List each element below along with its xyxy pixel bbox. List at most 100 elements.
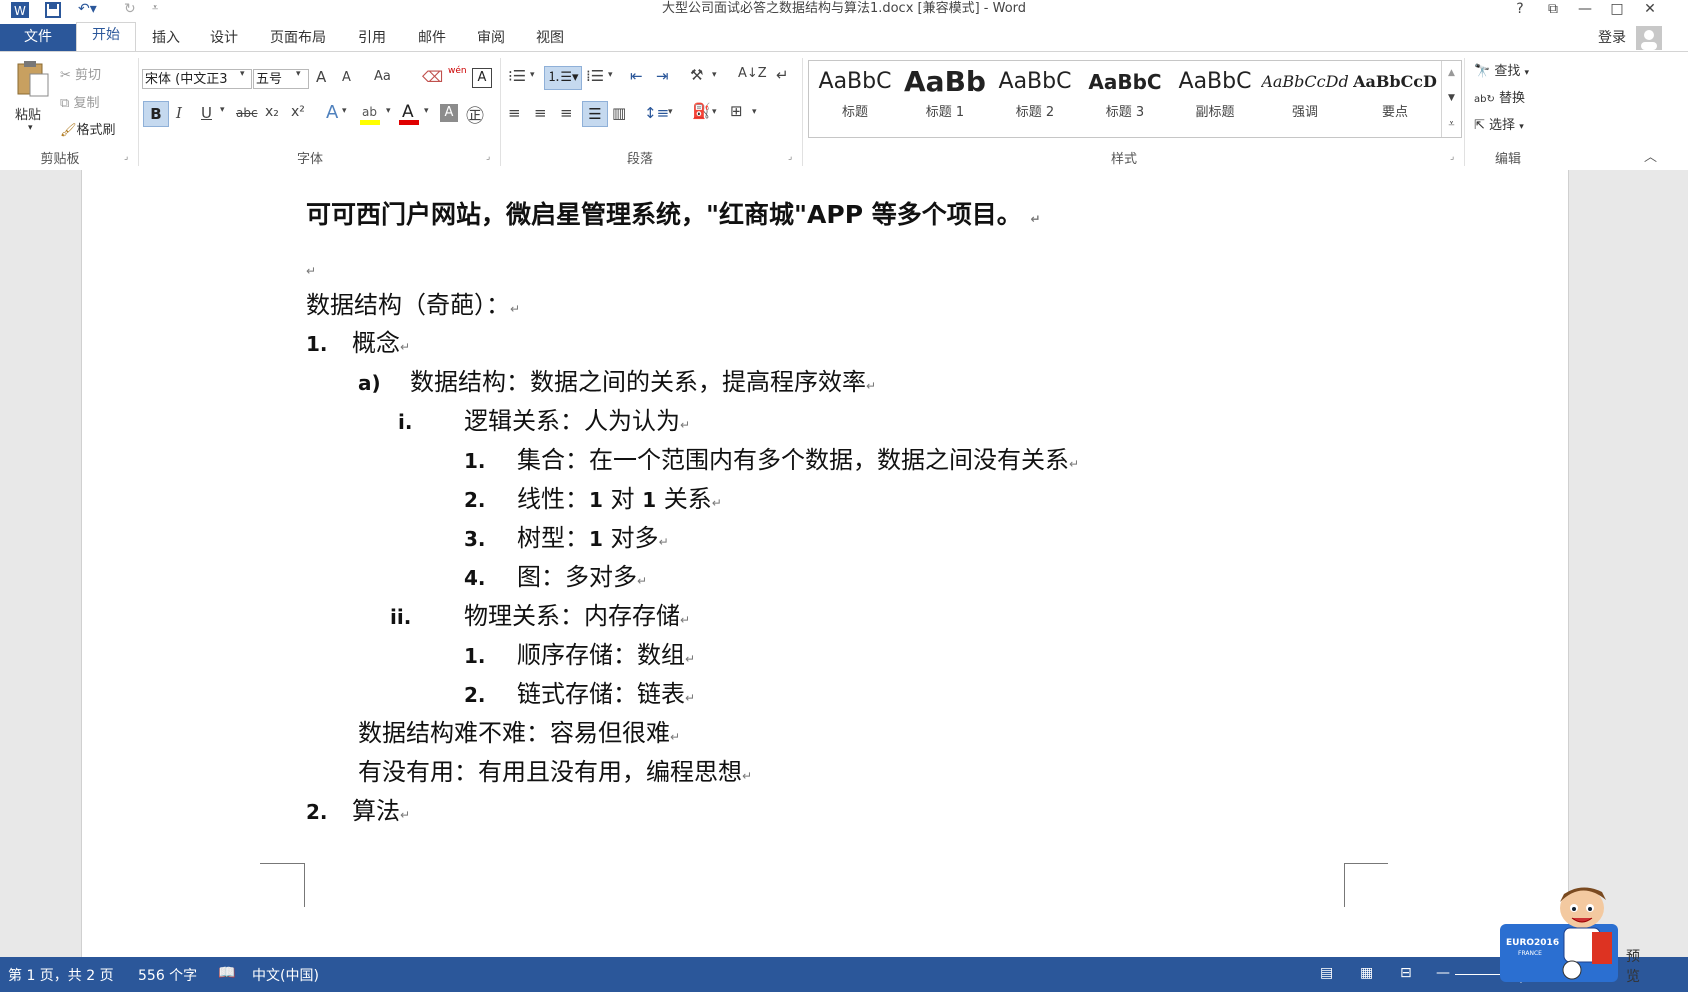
zoom-out-icon[interactable]: —: [1436, 965, 1450, 981]
styles-scroll-down-icon[interactable]: ▼: [1442, 86, 1461, 111]
customize-quick-access-icon[interactable]: ⩡: [152, 1, 158, 19]
word-count[interactable]: 556 个字: [138, 965, 197, 985]
tab-insert[interactable]: 插入: [145, 26, 187, 51]
proofing-icon[interactable]: 📖: [218, 965, 235, 981]
styles-more-icon[interactable]: ⩡: [1442, 111, 1461, 136]
decrease-indent-icon[interactable]: ⇤: [630, 67, 643, 85]
underline-dropdown-icon[interactable]: ▾: [220, 105, 225, 115]
bullets-dropdown-icon[interactable]: ▾: [530, 70, 535, 80]
bullets-icon[interactable]: ⁝☰: [508, 67, 526, 85]
undo-icon[interactable]: ↶▾: [78, 1, 97, 19]
font-size-dropdown-icon[interactable]: ▾: [296, 69, 301, 79]
tab-references[interactable]: 引用: [350, 26, 394, 51]
document-page[interactable]: 可可西门户网站，微启星管理系统，"红商城"APP 等多个项目。 ↵ ↵ 数据结构…: [81, 170, 1569, 957]
character-border-button[interactable]: A: [472, 68, 492, 88]
style-emphasis[interactable]: AaBbCcDd 强调: [1261, 63, 1349, 133]
underline-button[interactable]: U: [201, 104, 212, 122]
cut-button[interactable]: ✂ 剪切: [60, 64, 101, 83]
borders-dropdown-icon[interactable]: ▾: [752, 107, 757, 117]
enclose-characters-icon[interactable]: ㊣: [466, 102, 484, 128]
phonetic-guide-button[interactable]: wén: [448, 66, 467, 76]
text-effects-icon[interactable]: A: [326, 102, 338, 123]
font-dialog-launcher-icon[interactable]: ⌟: [486, 152, 490, 162]
find-button[interactable]: 🔭 查找 ▾: [1474, 60, 1529, 79]
text-effects-dropdown-icon[interactable]: ▾: [342, 106, 347, 116]
style-heading-1[interactable]: AaBb 标题 1: [901, 63, 989, 133]
borders-icon[interactable]: ⊞: [730, 102, 743, 120]
style-title[interactable]: AaBbC 标题: [811, 63, 899, 133]
minimize-button[interactable]: —: [1570, 0, 1600, 20]
tab-design[interactable]: 设计: [203, 26, 245, 51]
paste-dropdown-icon[interactable]: ▾: [28, 123, 33, 133]
grow-font-icon[interactable]: A: [316, 68, 326, 86]
ribbon-display-options-button[interactable]: ⧉: [1538, 0, 1568, 20]
highlight-dropdown-icon[interactable]: ▾: [386, 106, 391, 116]
italic-button[interactable]: I: [176, 104, 182, 122]
strikethrough-button[interactable]: abc: [236, 106, 258, 120]
maximize-button[interactable]: □: [1602, 0, 1632, 20]
tab-review[interactable]: 审阅: [469, 26, 513, 51]
line-spacing-dropdown-icon[interactable]: ▾: [668, 107, 673, 117]
subscript-button[interactable]: x₂: [265, 104, 279, 120]
line-spacing-icon[interactable]: ↕≡: [644, 104, 669, 122]
euro2016-mascot-widget[interactable]: EURO2016 FRANCE 预览: [1500, 882, 1640, 985]
word-app-icon[interactable]: W: [10, 1, 30, 19]
increase-indent-icon[interactable]: ⇥: [656, 67, 669, 85]
style-heading-3[interactable]: AaBbC 标题 3: [1081, 63, 1169, 133]
bold-button[interactable]: B: [143, 101, 169, 127]
style-subtitle[interactable]: AaBbC 副标题: [1171, 63, 1259, 133]
align-center-icon[interactable]: ≡: [534, 104, 547, 122]
select-button[interactable]: ⇱ 选择 ▾: [1474, 114, 1524, 133]
redo-icon[interactable]: ↻: [124, 1, 136, 19]
web-layout-icon[interactable]: ⊟: [1400, 965, 1412, 981]
tab-view[interactable]: 视图: [528, 26, 572, 51]
character-shading-icon[interactable]: A: [440, 104, 458, 122]
align-right-icon[interactable]: ≡: [560, 104, 573, 122]
paragraph-dialog-launcher-icon[interactable]: ⌟: [788, 152, 792, 162]
chinese-layout-icon[interactable]: ⚒: [690, 66, 703, 84]
sort-icon[interactable]: A↓Z: [738, 66, 767, 81]
save-icon[interactable]: [44, 1, 62, 19]
format-painter-button[interactable]: 🖌格式刷: [60, 119, 116, 138]
clear-formatting-icon[interactable]: ⌫: [422, 68, 443, 86]
tab-home[interactable]: 开始: [76, 22, 136, 51]
shrink-font-icon[interactable]: A: [342, 70, 351, 85]
replace-button[interactable]: ab↻ 替换: [1474, 87, 1525, 106]
copy-button[interactable]: ⧉ 复制: [60, 92, 99, 111]
close-button[interactable]: ✕: [1635, 0, 1665, 20]
change-case-button[interactable]: Aa: [374, 69, 391, 84]
font-name-dropdown-icon[interactable]: ▾: [240, 69, 245, 79]
tab-file[interactable]: 文件: [0, 24, 76, 51]
style-heading-2[interactable]: AaBbC 标题 2: [991, 63, 1079, 133]
font-color-dropdown-icon[interactable]: ▾: [424, 106, 429, 116]
paste-button[interactable]: 粘贴: [15, 104, 41, 123]
user-avatar-icon[interactable]: [1636, 26, 1662, 50]
show-marks-icon[interactable]: ↵: [776, 66, 789, 84]
page-count[interactable]: 第 1 页，共 2 页: [8, 965, 114, 985]
style-strong[interactable]: AaBbCcD 要点: [1351, 63, 1439, 133]
shading-dropdown-icon[interactable]: ▾: [712, 107, 717, 117]
multilevel-list-icon[interactable]: ⁞☰: [586, 67, 604, 85]
print-layout-icon[interactable]: ▦: [1360, 965, 1373, 981]
collapse-ribbon-icon[interactable]: ︿: [1644, 146, 1657, 165]
align-left-icon[interactable]: ≡: [508, 104, 521, 122]
numbering-button[interactable]: ⒈☰▾: [544, 66, 582, 90]
font-name-combo[interactable]: 宋体 (中文正3: [142, 69, 252, 89]
clipboard-dialog-launcher-icon[interactable]: ⌟: [124, 152, 128, 162]
paste-icon[interactable]: [12, 60, 52, 100]
tab-page-layout[interactable]: 页面布局: [262, 26, 334, 51]
multilevel-dropdown-icon[interactable]: ▾: [608, 70, 613, 80]
styles-dialog-launcher-icon[interactable]: ⌟: [1450, 152, 1454, 162]
read-mode-icon[interactable]: ▤: [1320, 965, 1333, 981]
help-button[interactable]: ?: [1505, 0, 1535, 20]
shading-icon[interactable]: ⛽: [692, 102, 711, 120]
superscript-button[interactable]: x²: [291, 104, 305, 120]
font-color-button[interactable]: A: [398, 100, 420, 126]
highlight-color-icon[interactable]: ab: [360, 102, 380, 126]
chinese-layout-dropdown-icon[interactable]: ▾: [712, 70, 717, 80]
language-indicator[interactable]: 中文(中国): [252, 965, 319, 985]
tab-mailings[interactable]: 邮件: [410, 26, 454, 51]
styles-scroll-up-icon[interactable]: ▲: [1442, 61, 1461, 86]
sign-in-link[interactable]: 登录: [1590, 26, 1634, 51]
justify-button[interactable]: ☰: [582, 101, 608, 127]
